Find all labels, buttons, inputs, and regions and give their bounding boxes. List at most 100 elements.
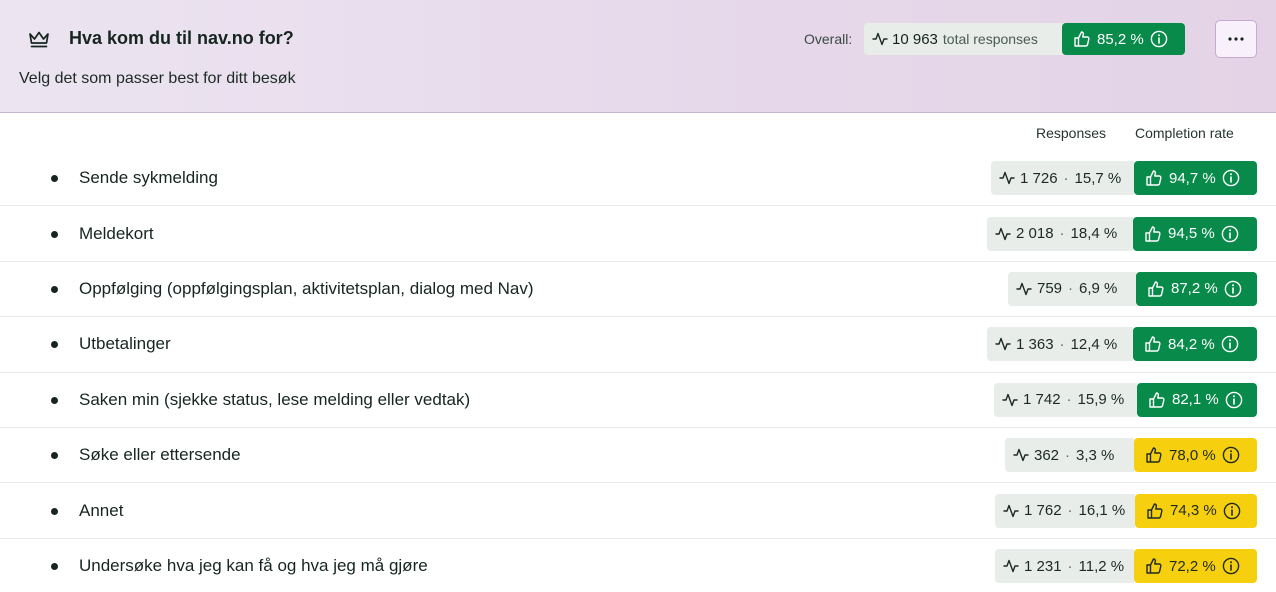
response-share: 18,4 %: [1070, 225, 1118, 243]
completion-rate: 84,2 %: [1168, 335, 1215, 353]
option-label: Undersøke hva jeg kan få og hva jeg må g…: [79, 556, 428, 576]
option-label: Annet: [79, 500, 124, 520]
overall-completion-rate: 85,2 %: [1097, 30, 1144, 48]
activity-icon: [1002, 393, 1018, 406]
completion-rate: 87,2 %: [1171, 280, 1218, 298]
responses-badge: 1 742 · 15,9 %: [994, 382, 1137, 417]
question-header: Hva kom du til nav.no for? Velg det som …: [0, 0, 1276, 113]
completion-badge: 78,0 %: [1134, 438, 1257, 473]
overall-responses-unit: total responses: [942, 31, 1038, 47]
completion-badge: 82,1 %: [1137, 382, 1257, 417]
response-count: 362: [1034, 446, 1060, 464]
response-share: 12,4 %: [1070, 335, 1118, 353]
info-icon[interactable]: [1224, 280, 1242, 298]
response-count: 2 018: [1016, 225, 1054, 243]
completion-rate: 72,2 %: [1169, 557, 1216, 575]
separator-dot: ·: [1063, 169, 1069, 187]
thumbs-up-icon: [1147, 502, 1163, 519]
info-icon[interactable]: [1221, 335, 1239, 353]
thumbs-up-icon: [1074, 31, 1090, 47]
response-share: 15,9 %: [1077, 391, 1125, 409]
options-list: Sende sykmelding 1 726 · 15,7 % 94,7 % Mel…: [0, 151, 1276, 592]
bullet-icon: [51, 396, 58, 404]
info-icon[interactable]: [1225, 391, 1243, 409]
response-share: 3,3 %: [1076, 446, 1115, 464]
responses-badge: 1 231 · 11,2 %: [995, 549, 1134, 584]
response-count: 759: [1037, 280, 1063, 298]
info-icon[interactable]: [1221, 225, 1239, 243]
bullet-icon: [51, 563, 58, 571]
option-label: Søke eller ettersende: [79, 445, 241, 465]
info-icon[interactable]: [1222, 446, 1240, 464]
completion-badge: 72,2 %: [1134, 549, 1257, 584]
completion-rate: 82,1 %: [1172, 391, 1219, 409]
completion-rate: 78,0 %: [1169, 446, 1216, 464]
activity-icon: [995, 227, 1011, 240]
option-row: Undersøke hva jeg kan få og hva jeg må g…: [0, 539, 1276, 592]
bullet-icon: [51, 507, 58, 515]
response-share: 11,2 %: [1078, 557, 1125, 575]
option-row: Meldekort 2 018 · 18,4 % 94,5 %: [0, 206, 1276, 262]
response-share: 16,1 %: [1078, 502, 1126, 520]
completion-badge: 87,2 %: [1136, 271, 1257, 306]
responses-column-header: Responses: [1036, 125, 1107, 141]
activity-icon: [872, 32, 888, 46]
response-share: 15,7 %: [1074, 169, 1122, 187]
responses-badge: 362 · 3,3 %: [1005, 438, 1134, 473]
thumbs-up-icon: [1146, 558, 1162, 575]
info-icon[interactable]: [1150, 30, 1168, 48]
completion-badge: 74,3 %: [1135, 493, 1257, 528]
question-title: Hva kom du til nav.no for?: [69, 28, 294, 48]
response-count: 1 363: [1016, 335, 1054, 353]
activity-icon: [1003, 504, 1019, 517]
option-row: Annet 1 762 · 16,1 % 74,3 %: [0, 483, 1276, 539]
info-icon[interactable]: [1222, 557, 1240, 575]
question-subtitle: Velg det som passer best for ditt besøk: [19, 70, 296, 87]
crown-icon: [29, 31, 49, 48]
response-count: 1 231: [1024, 557, 1062, 575]
responses-badge: 1 762 · 16,1 %: [995, 493, 1135, 528]
info-icon[interactable]: [1222, 169, 1240, 187]
completion-badge: 84,2 %: [1133, 327, 1257, 362]
bullet-icon: [51, 285, 58, 293]
separator-dot: ·: [1065, 446, 1071, 464]
option-label: Sende sykmelding: [79, 168, 218, 188]
separator-dot: ·: [1068, 280, 1074, 298]
option-row: Utbetalinger 1 363 · 12,4 % 84,2 %: [0, 317, 1276, 373]
activity-icon: [1016, 282, 1032, 296]
option-row: Sende sykmelding 1 726 · 15,7 % 94,7 %: [0, 151, 1276, 207]
thumbs-up-icon: [1149, 392, 1165, 408]
thumbs-up-icon: [1145, 225, 1161, 242]
option-row: Oppfølging (oppfølgingsplan, aktivitetsp…: [0, 262, 1276, 318]
option-row: Saken min (sjekke status, lese melding e…: [0, 373, 1276, 428]
separator-dot: ·: [1059, 225, 1065, 243]
response-count: 1 762: [1024, 502, 1062, 520]
separator-dot: ·: [1059, 335, 1065, 353]
bullet-icon: [51, 175, 58, 183]
thumbs-up-icon: [1148, 281, 1164, 297]
more-options-button[interactable]: [1215, 20, 1257, 58]
responses-badge: 1 726 · 15,7 %: [991, 161, 1134, 196]
activity-icon: [999, 171, 1015, 185]
option-label: Meldekort: [79, 223, 154, 243]
bullet-icon: [51, 452, 58, 460]
activity-icon: [995, 338, 1011, 351]
separator-dot: ·: [1067, 502, 1073, 520]
activity-icon: [1003, 560, 1019, 573]
completion-rate: 74,3 %: [1170, 502, 1217, 520]
overall-completion-badge: 85,2 %: [1062, 23, 1185, 55]
separator-dot: ·: [1067, 557, 1073, 575]
ellipsis-icon: [1228, 37, 1244, 41]
completion-rate: 94,7 %: [1169, 169, 1216, 187]
completion-badge: 94,7 %: [1134, 161, 1257, 196]
responses-badge: 759 · 6,9 %: [1008, 271, 1136, 306]
option-label: Utbetalinger: [79, 334, 171, 354]
activity-icon: [1013, 448, 1029, 462]
thumbs-up-icon: [1145, 336, 1161, 353]
overall-label: Overall:: [804, 31, 853, 47]
bullet-icon: [51, 230, 58, 238]
completion-rate: 94,5 %: [1168, 225, 1215, 243]
thumbs-up-icon: [1146, 170, 1162, 186]
responses-badge: 1 363 · 12,4 %: [987, 327, 1133, 362]
info-icon[interactable]: [1223, 502, 1241, 520]
